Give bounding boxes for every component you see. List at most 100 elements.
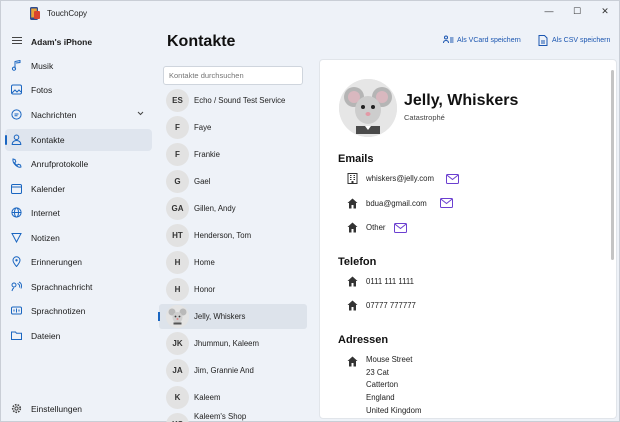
app-window: TouchCopy — ☐ ✕ Adam's iPhone Musik Foto… [0,0,620,422]
save-vcard-button[interactable]: Als VCard speichern [443,35,521,44]
avatar: K [166,386,189,409]
address-line: England [366,393,395,402]
csv-file-icon [538,35,548,46]
avatar: ES [166,89,189,112]
folder-icon [11,331,22,340]
mouse-avatar-icon [339,79,397,137]
sidebar-item-label: Nachrichten [31,110,77,120]
sidebar-item-sprachnachricht[interactable]: Sprachnachricht [5,276,152,298]
sidebar-item-label: Dateien [31,331,61,341]
settings-label: Einstellungen [31,404,83,414]
avatar: HT [166,224,189,247]
globe-icon [11,207,22,218]
contact-row[interactable]: GA Gillen, Andy [159,196,307,221]
avatar [166,305,189,328]
email-value[interactable]: Other [366,223,386,232]
close-button[interactable]: ✕ [595,4,615,18]
sidebar-item-nachrichten[interactable]: Nachrichten [5,104,152,126]
contact-name: Gael [194,177,211,186]
sidebar-item-label: Internet [31,208,60,218]
chevron-down-icon[interactable] [137,110,144,117]
vcard-people-icon [443,35,454,44]
gear-icon [11,403,22,414]
phone-value[interactable]: 07777 777777 [366,301,416,310]
contact-name: Jhummun, Kaleem [194,339,260,348]
contact-row[interactable]: KS Kaleem's Shop [159,412,307,422]
address-section-title: Adressen [338,334,389,346]
sidebar-item-label: Musik [31,61,54,71]
contact-row[interactable]: ES Echo / Sound Test Service [159,88,307,113]
email-value[interactable]: whiskers@jelly.com [366,174,434,183]
avatar: KS [166,413,189,422]
home-icon [347,198,358,209]
sidebar-item-label: Kalender [31,184,66,194]
sidebar-item-label: Anrufprotokolle [31,159,89,169]
maximize-button[interactable]: ☐ [567,4,587,18]
sidebar-item-anrufprotokolle[interactable]: Anrufprotokolle [5,153,152,175]
sidebar: Adam's iPhone Musik Fotos Nachrichten Ko… [1,25,156,422]
voicemail-icon [11,281,22,292]
music-note-icon [11,60,21,71]
sidebar-item-einstellungen[interactable]: Einstellungen [5,398,152,420]
contact-row[interactable]: H Honor [159,277,307,302]
sidebar-item-fotos[interactable]: Fotos [5,79,152,101]
send-mail-icon[interactable] [446,174,459,184]
contact-row[interactable]: K Kaleem [159,385,307,410]
avatar: G [166,170,189,193]
app-title: TouchCopy [47,9,88,18]
photo-icon [11,84,22,95]
sidebar-item-label: Notizen [31,233,60,243]
address-line: United Kingdom [366,406,422,415]
sidebar-item-dateien[interactable]: Dateien [5,325,152,347]
selection-indicator [158,312,160,321]
person-icon [11,134,22,145]
save-csv-button[interactable]: Als CSV speichern [538,35,611,46]
touchcopy-logo-icon [30,7,40,20]
contact-row-selected[interactable]: Jelly, Whiskers [158,304,307,329]
save-csv-label: Als CSV speichern [552,37,611,44]
hamburger-menu-icon[interactable] [12,37,22,46]
contact-detail-panel: Jelly, Whiskers Catastrophé Emails whisk… [319,59,617,419]
contact-row[interactable]: G Gael [159,169,307,194]
phone-value[interactable]: 0111 111 1111 [366,277,414,286]
contact-name: Kaleem's Shop [194,412,247,421]
sidebar-item-erinnerungen[interactable]: Erinnerungen [5,251,152,273]
sidebar-item-internet[interactable]: Internet [5,202,152,224]
mouse-avatar-icon [166,305,189,328]
active-indicator [5,135,7,145]
contact-name: Honor [194,285,216,294]
sidebar-item-sprachnotizen[interactable]: Sprachnotizen [5,300,152,322]
avatar: H [166,251,189,274]
contacts-search-input[interactable] [163,66,303,85]
note-icon [11,233,22,243]
title-bar: TouchCopy — ☐ ✕ [1,1,620,25]
contact-name: Frankie [194,150,220,159]
save-vcard-label: Als VCard speichern [457,37,521,44]
contact-row[interactable]: F Faye [159,115,307,140]
email-value[interactable]: bdua@gmail.com [366,199,427,208]
sidebar-item-notizen[interactable]: Notizen [5,227,152,249]
detail-scrollbar[interactable] [611,70,614,260]
sidebar-item-musik[interactable]: Musik [5,55,152,77]
contact-row[interactable]: H Home [159,250,307,275]
contact-row[interactable]: JK Jhummun, Kaleem [159,331,307,356]
voice-memo-icon [11,306,22,315]
send-mail-icon[interactable] [394,223,407,233]
sidebar-item-kalender[interactable]: Kalender [5,178,152,200]
contact-name: Echo / Sound Test Service [194,96,286,105]
contact-name: Jelly, Whiskers [194,312,246,321]
contact-row[interactable]: F Frankie [159,142,307,167]
minimize-button[interactable]: — [539,4,559,18]
send-mail-icon[interactable] [440,198,453,208]
sidebar-item-kontakte[interactable]: Kontakte [5,129,152,151]
contact-name: Faye [194,123,212,132]
sidebar-item-label: Erinnerungen [31,257,83,267]
contact-full-name: Jelly, Whiskers [404,92,519,109]
avatar: F [166,116,189,139]
home-icon [347,222,358,233]
contact-row[interactable]: JA Jim, Grannie And [159,358,307,383]
calendar-icon [11,184,22,194]
sidebar-item-label: Fotos [31,85,53,95]
contact-row[interactable]: HT Henderson, Tom [159,223,307,248]
device-name: Adam's iPhone [31,37,93,47]
